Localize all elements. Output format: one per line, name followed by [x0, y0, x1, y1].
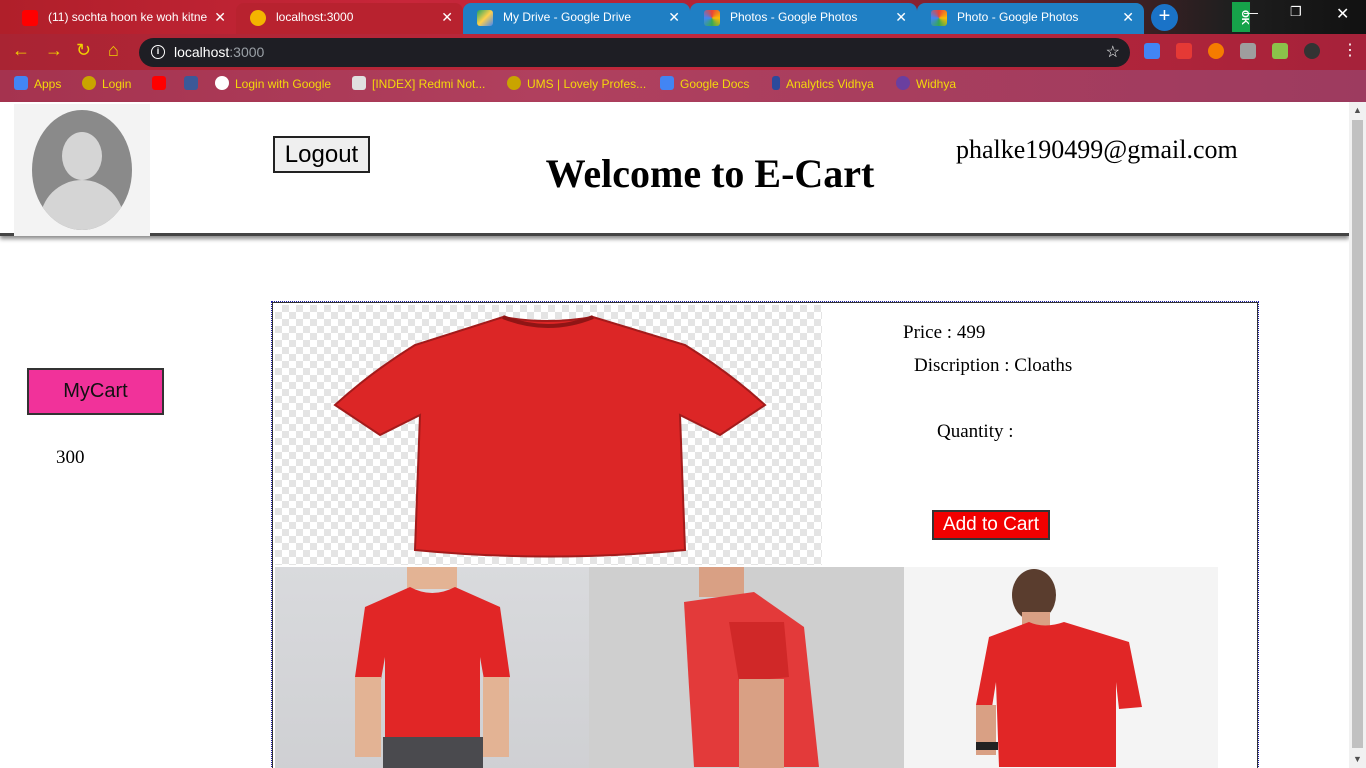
puzzle-icon[interactable] [1272, 43, 1288, 59]
bookmark-label: UMS | Lovely Profes... [527, 77, 647, 91]
page-content: Logout Welcome to E-Cart phalke190499@gm… [0, 102, 1349, 768]
bookmark-label: Apps [34, 77, 62, 91]
tab-title: (11) sochta hoon ke woh kitne [48, 10, 208, 24]
user-placeholder-icon [32, 110, 132, 230]
browser-toolbar: ← → ↻ ⌂ i localhost:3000 ☆ ⋮ [0, 34, 1366, 70]
model-side-image [684, 567, 819, 768]
site-icon [82, 76, 96, 90]
address-bar[interactable]: i localhost:3000 ☆ [139, 38, 1130, 67]
reload-icon[interactable]: ↻ [76, 40, 91, 61]
mycart-button[interactable]: MyCart [27, 368, 164, 415]
bookmark-google-docs[interactable]: Google Docs [660, 76, 749, 92]
bookmark-apps[interactable]: Apps [14, 76, 61, 92]
product-thumbnail-side[interactable] [589, 567, 904, 768]
bookmark-widhya[interactable]: Widhya [896, 76, 956, 92]
extension-icon[interactable] [1240, 43, 1256, 59]
bookmark-login-google[interactable]: Login with Google [215, 76, 331, 92]
menu-dots-icon[interactable]: ⋮ [1342, 40, 1358, 60]
add-to-cart-button[interactable]: Add to Cart [932, 510, 1050, 540]
google-icon [215, 76, 229, 90]
restore-icon[interactable]: ❐ [1290, 4, 1302, 20]
browser-tab[interactable]: Photo - Google Photos ✕ [917, 3, 1144, 34]
tab-title: Photos - Google Photos [730, 10, 858, 24]
drive-icon [477, 10, 493, 26]
close-icon[interactable]: ✕ [1122, 3, 1134, 32]
logout-button[interactable]: Logout [273, 136, 370, 173]
photos-icon [931, 10, 947, 26]
bookmark-label: Analytics Vidhya [786, 77, 874, 91]
product-main-image[interactable] [275, 305, 822, 565]
minimize-icon[interactable]: — [1244, 4, 1258, 20]
extension-icon[interactable] [1176, 43, 1192, 59]
tab-title: localhost:3000 [276, 10, 354, 24]
avatar [14, 104, 150, 236]
bookmark-redmi[interactable]: [INDEX] Redmi Not... [352, 76, 485, 92]
model-front-image [355, 567, 510, 768]
bookmark-login[interactable]: Login [82, 76, 131, 92]
youtube-icon [22, 10, 38, 26]
close-icon[interactable]: ✕ [895, 3, 907, 32]
bookmarks-bar: Apps Login Login with Google [INDEX] Red… [0, 70, 1366, 102]
new-tab-button[interactable]: + [1151, 4, 1178, 31]
page-title: Welcome to E-Cart [545, 151, 875, 196]
tab-title: Photo - Google Photos [957, 10, 1079, 24]
product-card: Price : 499 Discription : Cloaths Quanti… [271, 301, 1259, 768]
bookmark-facebook[interactable] [184, 76, 204, 92]
back-arrow-icon[interactable]: ← [12, 40, 30, 61]
docs-icon [660, 76, 674, 90]
extension-icon[interactable] [1208, 43, 1224, 59]
bookmark-ums[interactable]: UMS | Lovely Profes... [507, 76, 646, 92]
bookmark-youtube[interactable] [152, 76, 172, 92]
scroll-up-icon[interactable]: ▲ [1353, 105, 1362, 115]
browser-tab[interactable]: My Drive - Google Drive ✕ [463, 3, 690, 34]
url-port: :3000 [229, 44, 265, 60]
bookmark-label: Google Docs [680, 77, 750, 91]
browser-tab-bar: (11) sochta hoon ke woh kitne ✕ localhos… [0, 0, 1366, 34]
widhya-icon [896, 76, 910, 90]
youtube-icon [152, 76, 166, 90]
page-scrollbar[interactable]: ▲ ▼ [1349, 102, 1366, 768]
bookmark-label: Widhya [916, 77, 957, 91]
user-email: phalke190499@gmail.com [956, 135, 1238, 164]
close-icon[interactable]: ✕ [668, 3, 680, 32]
home-icon[interactable]: ⌂ [108, 40, 119, 61]
browser-tab[interactable]: Photos - Google Photos ✕ [690, 3, 917, 34]
browser-tab-active[interactable]: localhost:3000 ✕ [236, 3, 463, 34]
product-thumbnail-back[interactable] [904, 567, 1218, 768]
bookmark-label: Login with Google [235, 77, 332, 91]
photos-icon [704, 10, 720, 26]
bookmark-star-icon[interactable]: ☆ [1106, 38, 1120, 67]
scroll-down-icon[interactable]: ▼ [1353, 754, 1362, 764]
facebook-icon [184, 76, 198, 90]
close-icon[interactable]: ✕ [214, 3, 226, 32]
product-quantity-label: Quantity : [937, 421, 1014, 442]
bookmark-analytics-vidhya[interactable]: Analytics Vidhya [772, 76, 874, 92]
url-host: localhost [174, 44, 230, 60]
product-description: Discription : Cloaths [914, 355, 1073, 376]
model-back-image [976, 569, 1142, 767]
bookmark-label: Login [102, 77, 132, 91]
analytics-vidhya-icon [772, 76, 780, 90]
react-icon [250, 10, 266, 26]
cart-value: 300 [56, 447, 85, 468]
browser-tab[interactable]: (11) sochta hoon ke woh kitne ✕ [8, 3, 236, 34]
profile-avatar-icon[interactable] [1304, 43, 1320, 59]
site-header: Logout Welcome to E-Cart phalke190499@gm… [0, 102, 1349, 236]
xda-icon [352, 76, 366, 90]
bookmark-label: [INDEX] Redmi Not... [372, 77, 486, 91]
translate-extension-icon[interactable] [1144, 43, 1160, 59]
close-icon[interactable]: ✕ [441, 3, 453, 32]
tshirt-image [333, 315, 767, 558]
site-icon [507, 76, 521, 90]
window-close-icon[interactable]: ✕ [1336, 4, 1349, 24]
scrollbar-thumb[interactable] [1352, 120, 1363, 748]
info-icon[interactable]: i [151, 45, 165, 59]
apps-grid-icon [14, 76, 28, 90]
forward-arrow-icon[interactable]: → [45, 40, 63, 61]
product-price: Price : 499 [903, 322, 986, 343]
tab-title: My Drive - Google Drive [503, 10, 632, 24]
product-thumbnail-front[interactable] [275, 567, 589, 768]
